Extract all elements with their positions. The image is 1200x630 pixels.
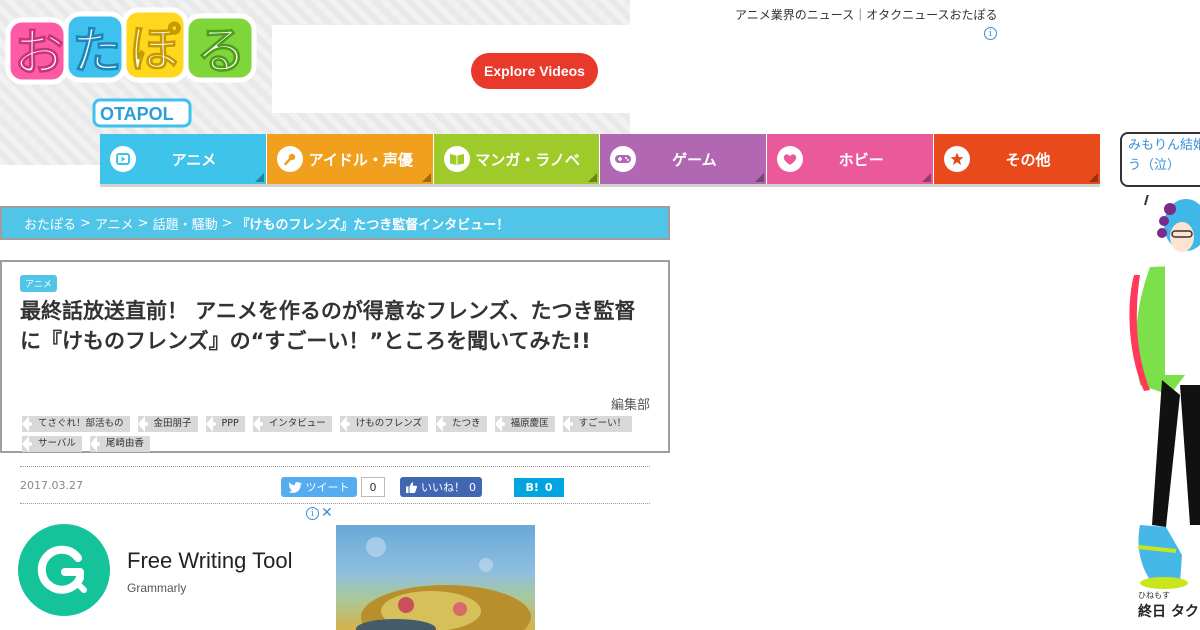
- ad-brand: Grammarly: [127, 581, 187, 595]
- nav-item-hobby[interactable]: ホビー: [767, 134, 935, 184]
- article-title: 最終話放送直前！ アニメを作るのが得意なフレンズ、たつき監督に『けものフレンズ』…: [20, 299, 636, 353]
- page: お た ぽ る OTAPOL Explore Videos アニメ業界のニュース…: [0, 0, 1200, 630]
- nav-item-other[interactable]: その他: [934, 134, 1100, 184]
- like-button[interactable]: いいね！ 0: [400, 477, 482, 497]
- star-icon: [944, 146, 971, 172]
- nav-item-game[interactable]: ゲーム: [600, 134, 768, 184]
- corner-mark: [421, 173, 431, 182]
- ad-info-icon[interactable]: i: [984, 27, 997, 40]
- logo-letters: お た ぽ る: [5, 7, 257, 85]
- gamepad-icon: [610, 146, 637, 172]
- character-speech-bubble: みもりん結婚おめでとう（泣）: [1120, 132, 1200, 187]
- nav-label: ホビー: [838, 150, 884, 169]
- nav-item-idol[interactable]: アイドル・声優: [266, 134, 434, 184]
- article-author[interactable]: 編集部: [611, 394, 650, 413]
- otapol-logo[interactable]: お た ぽ る OTAPOL: [2, 6, 264, 130]
- twitter-bird-icon: [288, 481, 302, 493]
- svg-text:る: る: [196, 22, 246, 80]
- nav-label: マンガ・ラノベ: [475, 150, 580, 169]
- breadcrumb-link-anime[interactable]: アニメ: [95, 214, 134, 233]
- breadcrumb-separator: >: [221, 215, 233, 231]
- hatena-count: 0: [544, 481, 553, 494]
- breadcrumb-link-home[interactable]: おたぽる: [24, 214, 76, 233]
- bubble-text: みもりん結婚おめでとう（泣）: [1128, 138, 1200, 173]
- breadcrumb-separator: >: [137, 215, 149, 231]
- hatena-bookmark-button[interactable]: B! 0: [514, 478, 564, 497]
- corner-mark: [922, 173, 932, 182]
- logo-subtext: OTAPOL: [100, 104, 174, 124]
- character-name-ruby: ひねもす: [1138, 591, 1170, 600]
- divider: [20, 466, 650, 467]
- mascot-character[interactable]: [1110, 195, 1200, 595]
- nav-label: アイドル・声優: [308, 150, 413, 169]
- breadcrumb-current: 『けものフレンズ』たつき監督インタビュー！: [236, 217, 510, 233]
- corner-mark: [1088, 173, 1098, 182]
- tag[interactable]: PPP: [205, 416, 245, 432]
- tag[interactable]: けものフレンズ: [339, 416, 429, 432]
- play-icon: [110, 146, 136, 172]
- tag-list: てさぐれ！部活もの 金田朋子 PPP インタビュー けものフレンズ たつき 福原…: [22, 416, 652, 452]
- breadcrumb-link-topic[interactable]: 話題・騒動: [153, 214, 218, 233]
- tag[interactable]: 尾崎由香: [89, 436, 150, 452]
- tag[interactable]: たつき: [436, 416, 487, 432]
- svg-text:ぽ: ぽ: [130, 20, 181, 78]
- grammarly-logo-icon: [18, 524, 110, 616]
- tag[interactable]: 金田朋子: [137, 416, 198, 432]
- nav-item-manga[interactable]: マンガ・ラノベ: [433, 134, 601, 184]
- nav-label: その他: [1005, 150, 1051, 169]
- like-label: いいね！: [421, 481, 465, 494]
- category-badge[interactable]: アニメ: [20, 275, 57, 292]
- article-date: 2017.03.27: [20, 479, 83, 492]
- like-count: 0: [469, 480, 476, 494]
- character-name: 終日 タク: [1138, 604, 1199, 620]
- corner-mark: [588, 173, 598, 182]
- tweet-button[interactable]: ツイート: [281, 477, 357, 497]
- tag[interactable]: 福原慶匡: [494, 416, 555, 432]
- ad-close-icon[interactable]: ✕: [321, 505, 333, 521]
- category-nav: アニメ アイドル・声優 マンガ・ラノベ ゲーム ホビー その他: [100, 134, 1100, 184]
- heart-icon: [777, 146, 804, 172]
- svg-text:お: お: [14, 24, 64, 82]
- tag[interactable]: てさぐれ！部活もの: [22, 416, 130, 432]
- thumbs-up-icon: [406, 481, 417, 493]
- corner-mark: [755, 173, 765, 182]
- nav-label: アニメ: [171, 150, 217, 169]
- tag[interactable]: サーバル: [22, 436, 82, 452]
- breadcrumb: おたぽる > アニメ > 話題・騒動 > 『けものフレンズ』たつき監督インタビュ…: [0, 206, 670, 240]
- tag[interactable]: インタビュー: [252, 416, 332, 432]
- tag[interactable]: すごーい！: [562, 416, 633, 432]
- divider: [20, 503, 650, 504]
- article-header: アニメ 最終話放送直前！ アニメを作るのが得意なフレンズ、たつき監督に『けものフ…: [0, 260, 670, 453]
- microphone-icon: [276, 146, 303, 172]
- ad-title[interactable]: Free Writing Tool: [127, 548, 292, 574]
- hatena-label: B!: [525, 481, 539, 494]
- tweet-count: 0: [361, 477, 385, 497]
- site-tagline: アニメ業界のニュース｜オタクニュースおたぽる: [735, 8, 998, 22]
- breadcrumb-separator: >: [80, 215, 91, 231]
- grammarly-ad[interactable]: Free Writing Tool Grammarly i ✕: [0, 505, 336, 630]
- book-icon: [443, 146, 470, 172]
- ad-info-icon[interactable]: i: [306, 507, 319, 520]
- nav-label: ゲーム: [672, 150, 717, 169]
- tweet-label: ツイート: [305, 481, 350, 494]
- corner-mark: [254, 173, 264, 182]
- nav-item-anime[interactable]: アニメ: [100, 134, 267, 184]
- ad-image[interactable]: [336, 525, 535, 630]
- svg-text:た: た: [72, 22, 122, 80]
- explore-videos-button[interactable]: Explore Videos: [471, 53, 598, 89]
